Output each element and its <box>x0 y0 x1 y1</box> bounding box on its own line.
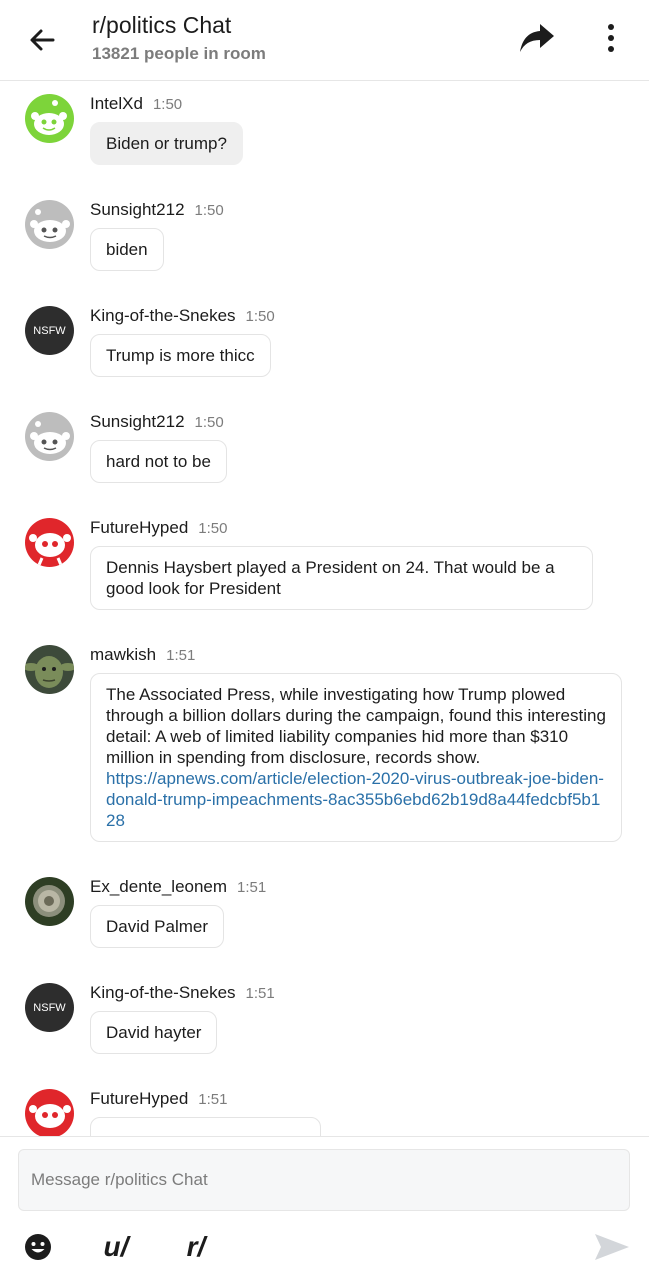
message-composer: u/ r/ <box>0 1136 649 1280</box>
back-arrow-icon <box>30 29 55 51</box>
message-meta: King-of-the-Snekes 1:50 <box>90 306 275 326</box>
dandelion-avatar-icon <box>25 877 74 926</box>
timestamp: 1:50 <box>194 414 224 431</box>
message-meta: Sunsight212 1:50 <box>90 200 224 220</box>
message-meta: Sunsight212 1:50 <box>90 412 224 432</box>
username[interactable]: Sunsight212 <box>90 200 185 219</box>
message-bubble[interactable] <box>90 1117 321 1136</box>
message-bubble[interactable]: Trump is more thicc <box>90 334 271 377</box>
send-button[interactable] <box>592 1229 632 1265</box>
chat-header: r/politics Chat 13821 people in room <box>0 0 649 81</box>
message-bubble[interactable]: David hayter <box>90 1011 218 1054</box>
timestamp: 1:50 <box>194 202 224 219</box>
snoo-avatar-icon <box>25 200 74 249</box>
more-vertical-icon <box>608 24 614 30</box>
snoo-avatar-icon <box>25 518 74 567</box>
snoo-avatar-icon <box>25 412 74 461</box>
message-bubble[interactable]: Dennis Haysbert played a President on 24… <box>90 546 593 610</box>
page-title: r/politics Chat <box>92 12 232 38</box>
avatar[interactable]: NSFW <box>25 983 74 1032</box>
timestamp: 1:51 <box>198 1091 228 1108</box>
user-mention-button[interactable]: u/ <box>98 1229 134 1265</box>
username[interactable]: mawkish <box>90 645 156 664</box>
back-button[interactable] <box>22 20 62 60</box>
timestamp: 1:51 <box>245 985 275 1002</box>
message-link[interactable]: https://apnews.com/article/election-2020… <box>106 768 606 831</box>
username[interactable]: FutureHyped <box>90 1089 188 1108</box>
message-meta: FutureHyped 1:51 <box>90 1089 227 1109</box>
message-list[interactable]: IntelXd 1:50 Biden or trump? Sunsight212 1… <box>0 82 649 1136</box>
username[interactable]: Ex_dente_leonem <box>90 877 227 896</box>
subreddit-mention-button[interactable]: r/ <box>180 1229 212 1265</box>
message-meta: Ex_dente_leonem 1:51 <box>90 877 266 897</box>
timestamp: 1:50 <box>245 308 275 325</box>
username[interactable]: King-of-the-Snekes <box>90 306 236 325</box>
username[interactable]: FutureHyped <box>90 518 188 537</box>
avatar[interactable] <box>25 412 74 461</box>
avatar[interactable] <box>25 877 74 926</box>
more-options-button[interactable] <box>596 18 626 58</box>
emoji-button[interactable] <box>22 1229 54 1265</box>
timestamp: 1:51 <box>166 647 196 664</box>
share-icon <box>520 24 554 52</box>
avatar[interactable] <box>25 94 74 143</box>
yoda-avatar-icon <box>25 645 74 694</box>
avatar[interactable] <box>25 1089 74 1136</box>
more-vertical-icon-dot <box>608 46 614 52</box>
message-meta: mawkish 1:51 <box>90 645 195 665</box>
avatar[interactable] <box>25 200 74 249</box>
timestamp: 1:50 <box>198 520 228 537</box>
avatar[interactable]: NSFW <box>25 306 74 355</box>
emoji-icon <box>25 1234 51 1260</box>
username[interactable]: IntelXd <box>90 94 143 113</box>
timestamp: 1:50 <box>152 96 183 113</box>
avatar[interactable] <box>25 645 74 694</box>
message-bubble[interactable]: David Palmer <box>90 905 225 948</box>
snoo-avatar-icon <box>25 94 74 143</box>
avatar[interactable] <box>25 518 74 567</box>
message-meta: FutureHyped 1:50 <box>90 518 227 538</box>
username[interactable]: Sunsight212 <box>90 412 185 431</box>
message-meta: IntelXd 1:50 <box>90 94 182 114</box>
message-bubble[interactable]: The Associated Press, while investigatin… <box>90 673 622 842</box>
message-bubble[interactable]: Biden or trump? <box>90 122 243 165</box>
share-button[interactable] <box>516 18 558 58</box>
timestamp: 1:51 <box>237 879 267 896</box>
send-icon <box>595 1234 629 1260</box>
message-text: The Associated Press, while investigatin… <box>106 685 606 767</box>
username[interactable]: King-of-the-Snekes <box>90 983 236 1002</box>
message-meta: King-of-the-Snekes 1:51 <box>90 983 275 1003</box>
message-bubble[interactable]: hard not to be <box>90 440 227 483</box>
more-vertical-icon-dot <box>608 35 614 41</box>
message-bubble[interactable]: biden <box>90 228 164 271</box>
room-member-count: 13821 people in room <box>92 44 266 63</box>
snoo-avatar-icon <box>25 1089 74 1136</box>
message-input[interactable] <box>18 1149 630 1211</box>
